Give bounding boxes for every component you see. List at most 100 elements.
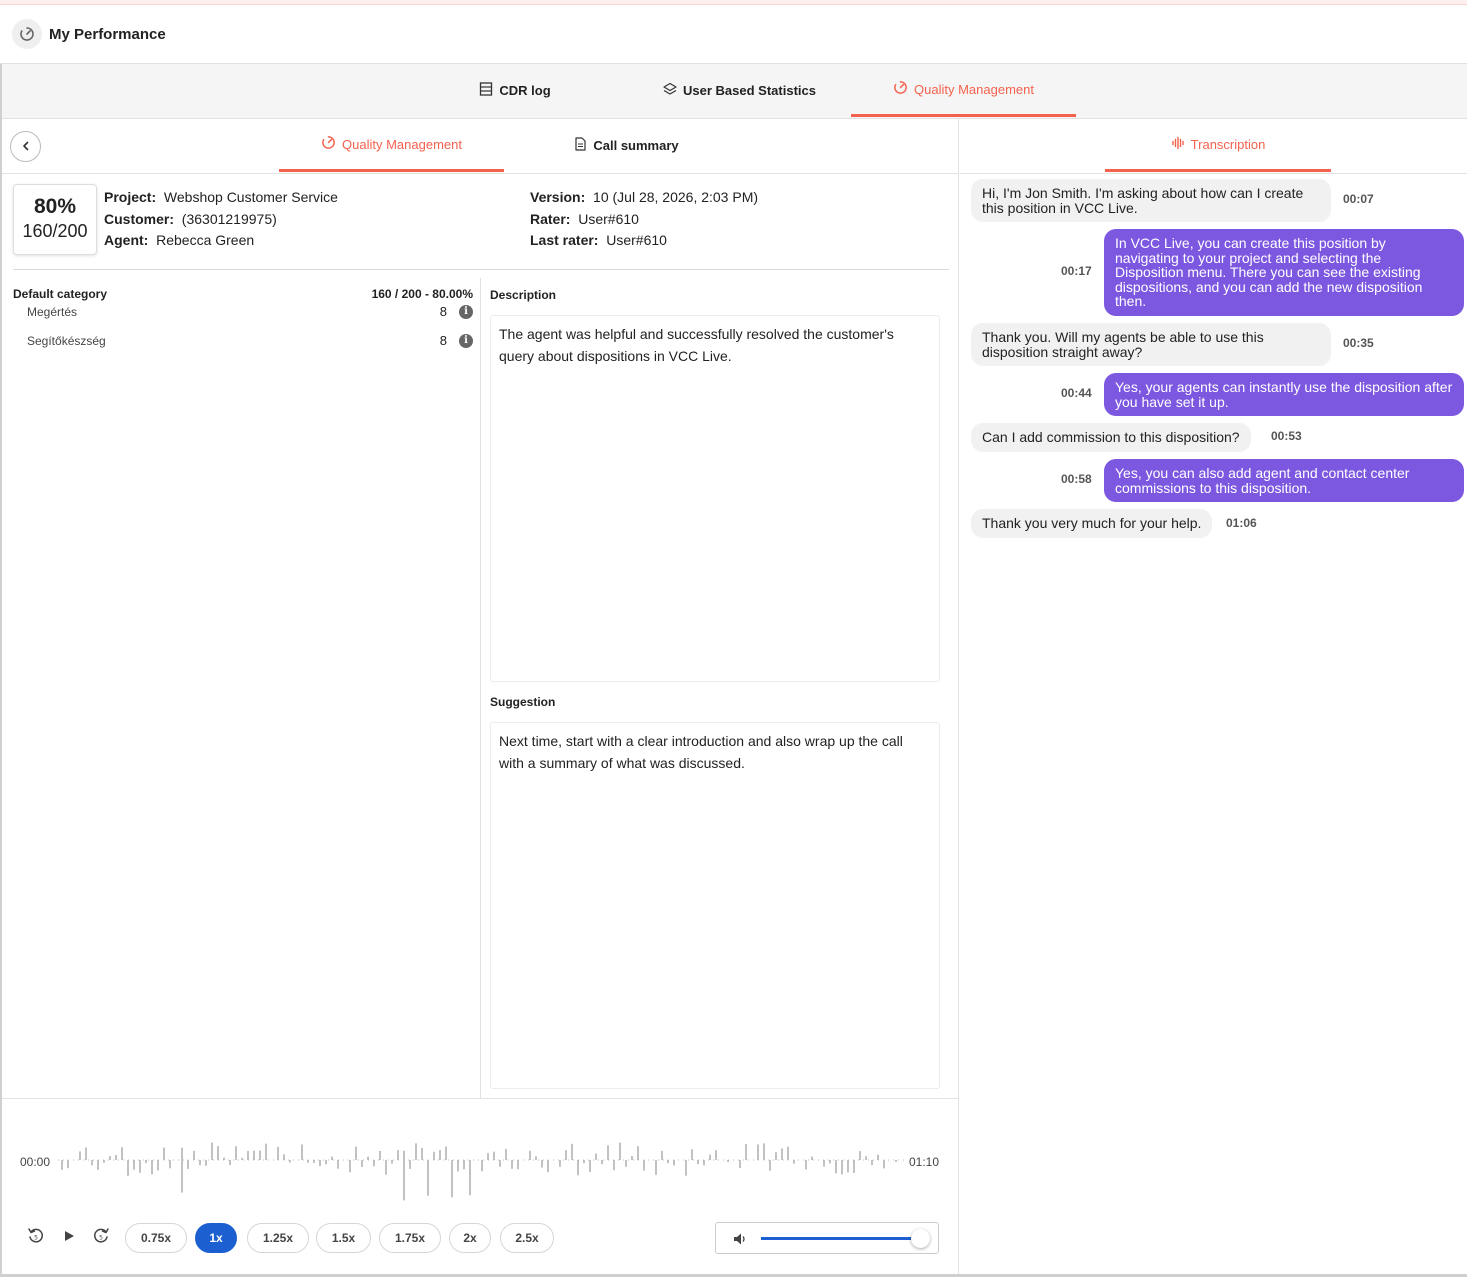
suggestion-label: Suggestion <box>490 695 556 709</box>
version-label: Version: <box>530 189 586 205</box>
last-rater-info: Last rater: User#610 <box>530 232 667 248</box>
description-label: Description <box>490 288 557 302</box>
category-name: Default category <box>13 287 108 301</box>
category-total: 160 / 200 - 80.00% <box>371 287 473 301</box>
back-button[interactable] <box>10 131 41 162</box>
message-time: 00:58 <box>1061 472 1092 486</box>
suggestion-field[interactable]: Next time, start with a clear introducti… <box>490 722 940 1089</box>
customer-label: Customer: <box>104 211 175 227</box>
transcription-panel: Transcription Hi, I'm Jon Smith. I'm ask… <box>960 119 1467 1274</box>
total-time: 01:10 <box>909 1155 940 1169</box>
divider <box>480 278 481 1098</box>
agent-value: Rebecca Green <box>156 232 255 248</box>
speed-button[interactable]: 1x <box>195 1223 237 1253</box>
project-value: Webshop Customer Service <box>163 189 338 205</box>
tab-user-based-statistics[interactable]: User Based Statistics <box>627 64 852 117</box>
current-time: 00:00 <box>20 1155 51 1169</box>
criterion-value: 8 <box>439 304 447 319</box>
quality-panel: Quality Management Call summary 80% 160/… <box>2 119 959 1274</box>
category-header: Default category 160 / 200 - 80.00% <box>13 287 473 301</box>
info-icon[interactable]: i <box>459 304 473 319</box>
play-button[interactable] <box>58 1227 80 1249</box>
rater-label: Rater: <box>530 211 571 227</box>
rewind-icon: 5 <box>27 1227 45 1250</box>
tab-quality-management[interactable]: Quality Management <box>851 64 1076 117</box>
agent-info: Agent: Rebecca Green <box>104 232 254 248</box>
document-icon <box>574 137 587 154</box>
speed-button[interactable]: 2x <box>449 1223 491 1253</box>
play-icon <box>62 1229 76 1248</box>
gauge-icon <box>893 80 908 98</box>
info-icon[interactable]: i <box>459 333 473 348</box>
page-title: My Performance <box>49 25 166 43</box>
speed-button[interactable]: 1.5x <box>316 1223 371 1253</box>
agent-message: In VCC Live, you can create this positio… <box>1104 229 1464 316</box>
project-info: Project: Webshop Customer Service <box>104 189 338 205</box>
tab-label: User Based Statistics <box>683 83 816 98</box>
message-time: 00:07 <box>1343 192 1374 206</box>
version-value: 10 (Jul 28, 2026, 2:03 PM) <box>593 189 759 205</box>
tab-transcription[interactable]: Transcription <box>1105 119 1331 172</box>
rater-value: User#610 <box>578 211 639 227</box>
last-rater-value: User#610 <box>606 232 667 248</box>
tab-cdr-log[interactable]: CDR log <box>430 64 600 117</box>
audio-wave-icon <box>1171 136 1185 153</box>
main-tab-bar: CDR log User Based Statistics Quality Ma… <box>0 64 1467 119</box>
volume-slider-track[interactable] <box>761 1237 921 1240</box>
speed-button[interactable]: 2.5x <box>500 1223 554 1253</box>
last-rater-label: Last rater: <box>530 232 599 248</box>
waveform[interactable] <box>58 1127 904 1207</box>
agent-message: Yes, you can also add agent and contact … <box>1104 459 1464 502</box>
customer-message: Thank you. Will my agents be able to use… <box>971 323 1331 366</box>
tab-quality-management-sub[interactable]: Quality Management <box>279 119 504 172</box>
speed-button[interactable]: 1.25x <box>247 1223 309 1253</box>
score-percent: 80% <box>33 195 77 218</box>
message-time: 00:44 <box>1061 386 1092 400</box>
description-field[interactable]: The agent was helpful and successfully r… <box>490 315 940 682</box>
criterion-row: Megértés 8 i <box>27 304 473 319</box>
speaker-icon[interactable] <box>732 1231 748 1252</box>
layers-icon <box>663 82 677 99</box>
agent-message: Yes, your agents can instantly use the d… <box>1104 373 1464 416</box>
forward-icon: 5 <box>92 1227 110 1250</box>
svg-text:5: 5 <box>99 1234 103 1241</box>
tab-label: Quality Management <box>342 136 462 152</box>
customer-value: (36301219975) <box>181 211 277 227</box>
transcription-tab-bar: Transcription <box>960 119 1467 174</box>
tab-label: Call summary <box>593 138 679 153</box>
customer-message: Hi, I'm Jon Smith. I'm asking about how … <box>971 179 1331 222</box>
message-time: 01:06 <box>1226 516 1257 530</box>
message-time: 00:53 <box>1271 429 1302 443</box>
volume-control <box>715 1222 939 1254</box>
gauge-icon <box>321 135 336 153</box>
criterion-name: Segítőkészség <box>27 333 106 348</box>
message-time: 00:35 <box>1343 336 1374 350</box>
rewind-button[interactable]: 5 <box>25 1227 47 1249</box>
chevron-left-icon <box>21 138 31 156</box>
tab-label: CDR log <box>499 83 551 98</box>
customer-info: Customer: (36301219975) <box>104 211 277 227</box>
forward-button[interactable]: 5 <box>90 1227 112 1249</box>
rater-info: Rater: User#610 <box>530 211 639 227</box>
speed-button[interactable]: 1.75x <box>379 1223 441 1253</box>
project-label: Project: <box>104 189 157 205</box>
sub-tab-bar: Quality Management Call summary <box>2 119 959 174</box>
customer-message: Can I add commission to this disposition… <box>971 423 1251 452</box>
tab-call-summary[interactable]: Call summary <box>514 119 739 172</box>
criterion-row: Segítőkészség 8 i <box>27 333 473 348</box>
message-time: 00:17 <box>1061 264 1092 278</box>
criterion-value: 8 <box>439 333 447 348</box>
score-fraction: 160/200 <box>22 221 88 241</box>
speed-button[interactable]: 0.75x <box>125 1223 187 1253</box>
criterion-name: Megértés <box>27 304 78 319</box>
volume-slider-handle[interactable] <box>911 1229 930 1248</box>
score-card: 80% 160/200 <box>13 184 97 255</box>
tab-label: Quality Management <box>914 81 1034 97</box>
agent-label: Agent: <box>104 232 149 248</box>
customer-message: Thank you very much for your help. <box>971 509 1213 538</box>
app-header: My Performance <box>0 5 1467 64</box>
svg-text:5: 5 <box>34 1234 38 1241</box>
version-info: Version: 10 (Jul 28, 2026, 2:03 PM) <box>530 189 758 205</box>
tab-label: Transcription <box>1190 136 1266 152</box>
divider <box>13 269 949 270</box>
